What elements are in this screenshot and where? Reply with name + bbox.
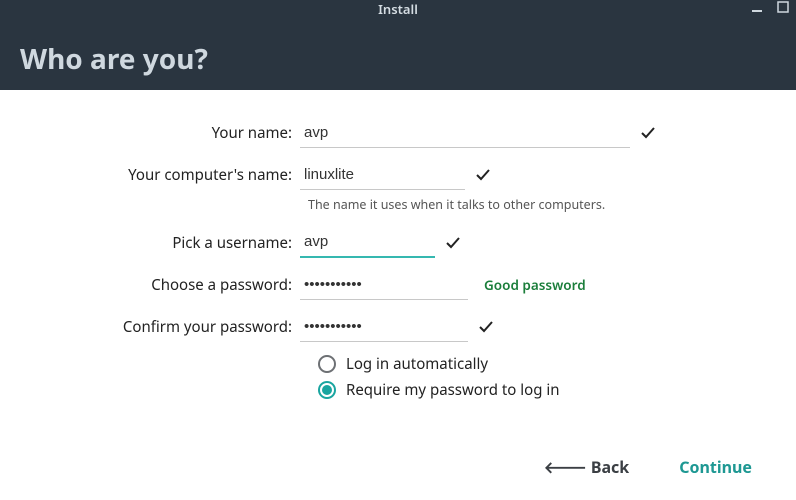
page-title: Who are you? xyxy=(0,20,796,78)
footer: 🡐 Back Continue xyxy=(544,456,752,478)
header-bar: Install Who are you? xyxy=(0,0,796,90)
form-area: Your name: Your computer's name: The nam… xyxy=(0,90,796,400)
row-computer: Your computer's name: xyxy=(0,160,796,190)
row-name: Your name: xyxy=(0,118,796,148)
check-icon xyxy=(640,125,656,141)
computer-label: Your computer's name: xyxy=(0,165,300,185)
radio-label-require: Require my password to log in xyxy=(346,380,559,400)
window-title: Install xyxy=(378,0,418,18)
back-button[interactable]: 🡐 Back xyxy=(544,456,629,478)
row-confirm: Confirm your password: xyxy=(0,312,796,342)
name-input[interactable] xyxy=(300,118,630,148)
confirm-label: Confirm your password: xyxy=(0,317,300,337)
check-icon xyxy=(445,235,461,251)
back-label: Back xyxy=(591,456,629,478)
name-label: Your name: xyxy=(0,123,300,143)
password-input[interactable] xyxy=(300,270,468,300)
arrow-left-icon: 🡐 xyxy=(544,456,587,478)
titlebar: Install xyxy=(0,0,796,20)
username-label: Pick a username: xyxy=(0,233,300,253)
continue-button[interactable]: Continue xyxy=(679,456,752,478)
password-label: Choose a password: xyxy=(0,275,300,295)
radio-icon xyxy=(318,381,336,399)
continue-label: Continue xyxy=(679,456,752,478)
radio-icon xyxy=(318,355,336,373)
radio-login-auto[interactable]: Log in automatically xyxy=(318,354,796,374)
username-input[interactable] xyxy=(300,227,435,258)
maximize-icon[interactable] xyxy=(776,0,790,14)
check-icon xyxy=(478,319,494,335)
password-strength: Good password xyxy=(484,276,586,294)
confirm-input[interactable] xyxy=(300,312,468,342)
computer-input[interactable] xyxy=(300,160,465,190)
row-password: Choose a password: Good password xyxy=(0,270,796,300)
minimize-icon[interactable] xyxy=(750,0,764,14)
window-controls xyxy=(750,0,790,14)
check-icon xyxy=(475,167,491,183)
radio-label-auto: Log in automatically xyxy=(346,354,488,374)
radio-login-require[interactable]: Require my password to log in xyxy=(318,380,796,400)
row-username: Pick a username: xyxy=(0,227,796,258)
computer-helper: The name it uses when it talks to other … xyxy=(308,196,796,213)
